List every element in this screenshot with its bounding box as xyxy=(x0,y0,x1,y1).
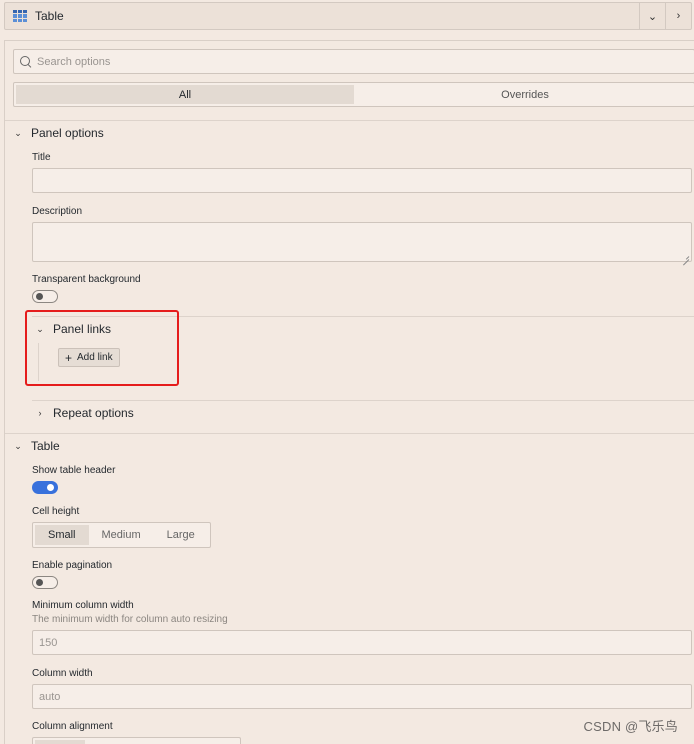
search-box[interactable] xyxy=(13,49,694,74)
column-width-label: Column width xyxy=(32,668,93,679)
show-table-header-label: Show table header xyxy=(32,465,116,476)
section-title: Repeat options xyxy=(53,406,134,420)
cell-height-small[interactable]: Small xyxy=(35,525,89,545)
tab-all[interactable]: All xyxy=(16,85,354,104)
cell-height-large[interactable]: Large xyxy=(154,525,208,545)
resize-grip-icon[interactable] xyxy=(682,253,689,260)
column-alignment-selected xyxy=(35,740,85,744)
search-input[interactable] xyxy=(37,55,637,68)
chevron-right-icon[interactable]: › xyxy=(665,3,691,29)
panel-options-header[interactable]: ⌄ Panel options xyxy=(13,126,104,140)
repeat-options-header[interactable]: › Repeat options xyxy=(35,406,134,420)
cell-height-medium[interactable]: Medium xyxy=(89,525,154,545)
section-title: Panel options xyxy=(31,126,104,140)
search-icon xyxy=(20,55,32,68)
description-textarea[interactable] xyxy=(32,222,692,262)
toggle-knob xyxy=(36,293,43,300)
table-section-header[interactable]: ⌄ Table xyxy=(13,439,60,453)
title-input[interactable] xyxy=(32,168,692,193)
description-label: Description xyxy=(32,206,83,217)
chevron-down-icon: ⌄ xyxy=(14,127,22,138)
enable-pagination-label: Enable pagination xyxy=(32,560,113,571)
min-column-width-description: The minimum width for column auto resizi… xyxy=(32,614,228,625)
column-alignment-radio-group[interactable] xyxy=(32,737,241,744)
options-tabs: All Overrides xyxy=(13,82,694,107)
column-alignment-label: Column alignment xyxy=(32,721,113,732)
toggle-knob xyxy=(36,579,43,586)
watermark: CSDN @飞乐鸟 xyxy=(583,719,678,734)
options-pane: All Overrides ⌄ Panel options Title Desc… xyxy=(4,40,694,744)
title-label: Title xyxy=(32,152,51,163)
transparent-background-label: Transparent background xyxy=(32,274,141,285)
show-table-header-toggle[interactable] xyxy=(32,481,58,494)
divider xyxy=(32,400,694,401)
toggle-knob xyxy=(47,484,54,491)
highlight-box xyxy=(25,310,179,386)
table-icon xyxy=(13,10,27,22)
enable-pagination-toggle[interactable] xyxy=(32,576,58,589)
transparent-background-toggle[interactable] xyxy=(32,290,58,303)
cell-height-label: Cell height xyxy=(32,506,80,517)
column-width-input[interactable] xyxy=(32,684,692,709)
min-column-width-input[interactable] xyxy=(32,630,692,655)
visualization-title: Table xyxy=(35,9,64,23)
tab-overrides[interactable]: Overrides xyxy=(356,83,694,106)
visualization-picker[interactable]: Table ⌄ › xyxy=(4,2,692,30)
section-title: Table xyxy=(31,439,60,453)
divider xyxy=(5,433,694,434)
chevron-right-icon: › xyxy=(38,408,42,418)
chevron-down-icon[interactable]: ⌄ xyxy=(639,3,665,29)
chevron-down-icon: ⌄ xyxy=(14,440,22,451)
cell-height-radio-group: Small Medium Large xyxy=(32,522,211,548)
min-column-width-label: Minimum column width xyxy=(32,600,134,611)
divider xyxy=(5,120,694,121)
